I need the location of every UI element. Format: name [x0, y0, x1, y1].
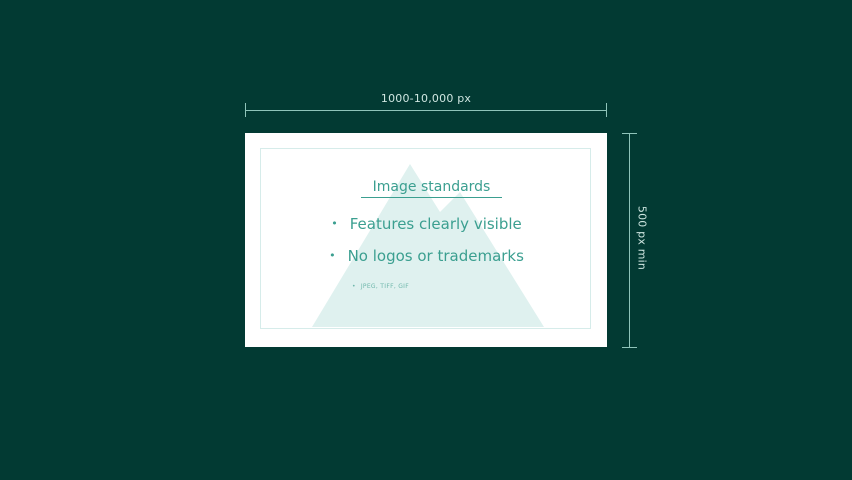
height-dimension-cap-bottom	[622, 347, 637, 348]
bullet-item-logos: • No logos or trademarks	[261, 247, 592, 265]
example-image-card: Image standards • Features clearly visibl…	[245, 133, 607, 347]
width-dimension-line	[245, 110, 607, 111]
diagram-stage: 1000-10,000 px 500 px min Image standard…	[0, 0, 852, 480]
height-dimension-line	[629, 133, 630, 347]
card-title: Image standards	[361, 179, 502, 198]
bullet-text: No logos or trademarks	[347, 247, 524, 265]
width-dimension-cap-right	[606, 103, 607, 117]
bullet-item-formats: • JPEG, TIFF, GIF	[352, 283, 409, 290]
height-dimension-label: 500 px min	[635, 205, 649, 271]
image-safe-area: Image standards • Features clearly visibl…	[260, 148, 591, 329]
bullet-dot: •	[331, 217, 338, 230]
width-dimension-cap-left	[245, 103, 246, 117]
height-dimension-cap-top	[622, 133, 637, 134]
bullet-text: Features clearly visible	[349, 215, 522, 233]
bullet-dot: •	[352, 283, 356, 290]
bullet-item-features: • Features clearly visible	[261, 215, 592, 233]
bullet-text: JPEG, TIFF, GIF	[360, 283, 410, 290]
width-dimension-label: 1000-10,000 px	[380, 92, 472, 105]
bullet-dot: •	[329, 249, 336, 262]
